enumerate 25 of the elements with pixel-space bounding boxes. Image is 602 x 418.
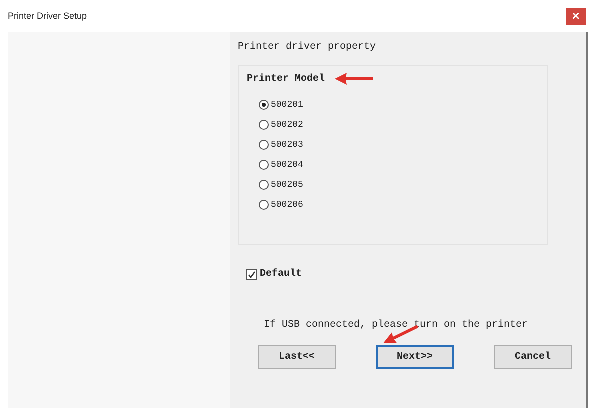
radio-label[interactable]: 500203 bbox=[271, 140, 304, 150]
close-icon bbox=[573, 13, 579, 19]
radio-label[interactable]: 500202 bbox=[271, 120, 304, 130]
message: If USB connected, please turn on the printer bbox=[264, 320, 530, 331]
group-title: Printer Model bbox=[247, 74, 326, 84]
dialog-button[interactable]: Last<< bbox=[258, 345, 336, 369]
radio-button[interactable] bbox=[259, 140, 269, 150]
checkmark-icon bbox=[248, 270, 256, 278]
radio-button[interactable] bbox=[259, 100, 269, 110]
window-title: Printer Driver Setup bbox=[8, 11, 88, 21]
radio-button[interactable] bbox=[259, 120, 269, 130]
radio-label[interactable]: 500204 bbox=[271, 160, 304, 170]
dialog-button[interactable]: Cancel bbox=[494, 345, 572, 369]
close-button[interactable] bbox=[566, 8, 586, 24]
arrow-icon bbox=[335, 72, 374, 86]
radio-label[interactable]: 500206 bbox=[271, 200, 304, 210]
radio-button[interactable] bbox=[259, 160, 269, 170]
radio-label[interactable]: 500205 bbox=[271, 180, 304, 190]
radio-button[interactable] bbox=[259, 200, 269, 210]
radio-label[interactable]: 500201 bbox=[271, 100, 304, 110]
checkbox[interactable] bbox=[246, 269, 257, 280]
checkbox-label[interactable]: Default bbox=[260, 269, 302, 280]
dialog-button[interactable]: Next>> bbox=[376, 345, 454, 369]
radio-button[interactable] bbox=[259, 180, 269, 190]
section-title: Printer driver property bbox=[238, 42, 378, 53]
